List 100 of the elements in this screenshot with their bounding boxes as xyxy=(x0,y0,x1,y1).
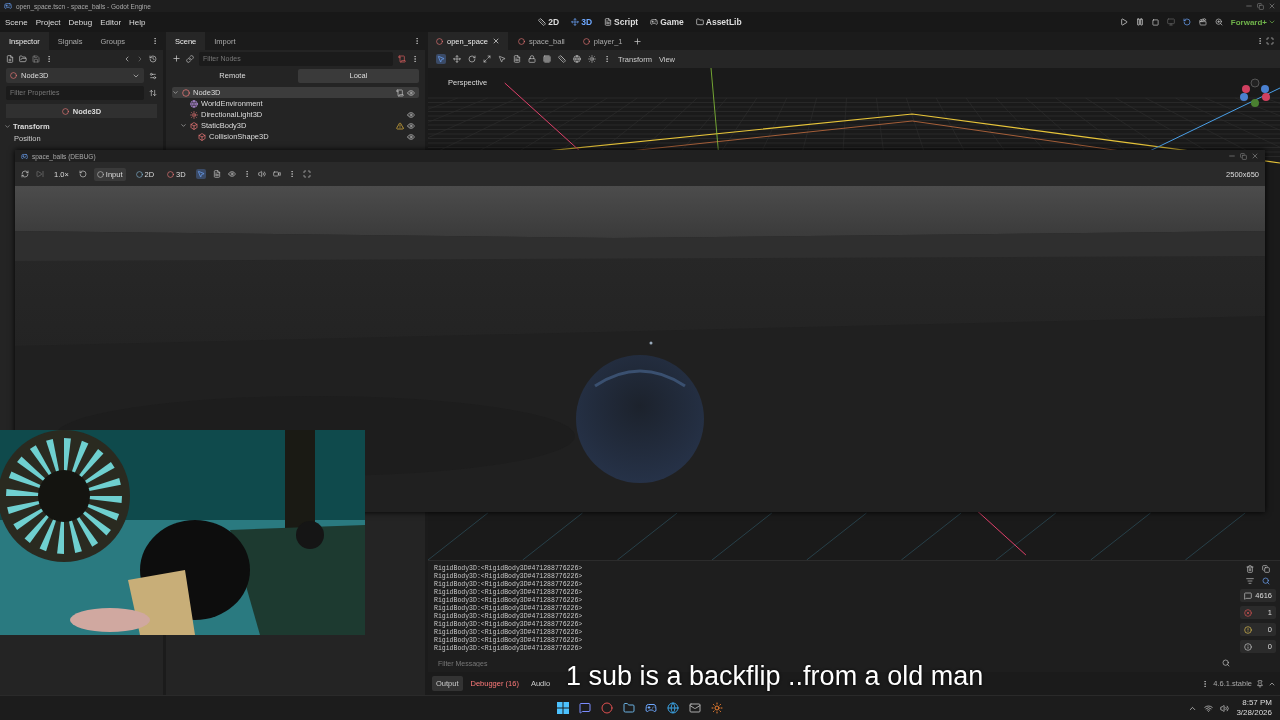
circle-icon xyxy=(96,170,104,178)
add-icon[interactable] xyxy=(172,54,181,63)
list-icon[interactable] xyxy=(212,170,221,178)
axis-gizmo-icon[interactable] xyxy=(1238,78,1272,108)
menu-item[interactable]: Scene xyxy=(4,17,29,27)
menu-item[interactable]: Debug xyxy=(67,17,94,27)
close-icon[interactable] xyxy=(1268,2,1276,10)
close-icon[interactable] xyxy=(491,37,500,45)
mail-icon[interactable] xyxy=(689,702,701,714)
eye-icon[interactable] xyxy=(227,170,236,178)
more-icon[interactable] xyxy=(411,54,419,63)
add-icon[interactable] xyxy=(632,36,642,46)
pause-icon[interactable] xyxy=(1135,18,1144,26)
move-icon xyxy=(571,18,580,26)
select-icon[interactable] xyxy=(437,55,445,63)
warning-icon xyxy=(1244,625,1252,634)
zoom-icon[interactable] xyxy=(1214,18,1223,26)
menu-item[interactable]: Editor xyxy=(99,17,123,27)
camera-icon[interactable] xyxy=(272,170,281,178)
volume-icon[interactable] xyxy=(1220,703,1230,713)
stop-icon[interactable] xyxy=(1151,18,1159,26)
folder-icon[interactable] xyxy=(623,702,635,714)
sun-icon xyxy=(190,110,198,119)
tool-icon[interactable] xyxy=(149,71,157,80)
pointer-icon[interactable] xyxy=(498,55,506,63)
more-icon[interactable] xyxy=(45,54,53,63)
main-screen-tab[interactable]: AssetLib xyxy=(692,17,745,27)
app-icon xyxy=(4,2,12,10)
save-icon[interactable] xyxy=(32,54,40,63)
folder-icon[interactable] xyxy=(19,54,27,63)
node-icon xyxy=(61,107,69,115)
cube-icon xyxy=(190,121,198,130)
script-icon[interactable] xyxy=(396,88,404,97)
visibility-icon[interactable] xyxy=(407,88,415,97)
more-icon[interactable] xyxy=(413,37,421,45)
main-screen-tab[interactable]: 2D xyxy=(535,17,563,27)
scale-icon[interactable] xyxy=(483,55,491,63)
restore-icon[interactable] xyxy=(1257,2,1264,10)
visibility-icon[interactable] xyxy=(407,121,415,130)
globe-icon[interactable] xyxy=(573,55,581,63)
menu-item[interactable]: Help xyxy=(128,17,147,27)
menu-item[interactable]: Project xyxy=(34,17,62,27)
clear-icon[interactable] xyxy=(1246,565,1254,573)
message-icon xyxy=(1244,591,1252,600)
node-icon xyxy=(10,72,17,79)
search-icon[interactable] xyxy=(1262,577,1270,585)
link-icon[interactable] xyxy=(186,54,194,63)
renderer-dropdown[interactable]: Forward+ xyxy=(1230,17,1276,27)
start-icon[interactable] xyxy=(557,702,569,714)
more-icon[interactable] xyxy=(603,55,611,63)
visibility-icon[interactable] xyxy=(407,110,415,119)
list-icon[interactable] xyxy=(513,55,521,63)
pin-icon[interactable] xyxy=(1256,679,1264,688)
globe-icon[interactable] xyxy=(667,702,679,714)
browser-icon[interactable] xyxy=(601,702,613,714)
ruler-icon[interactable] xyxy=(558,55,566,63)
expand-icon[interactable] xyxy=(172,89,179,96)
cube-icon xyxy=(198,132,206,141)
wifi-icon[interactable] xyxy=(1204,703,1214,713)
clapperboard-icon[interactable] xyxy=(1198,18,1207,26)
pointer-icon[interactable] xyxy=(196,170,205,178)
caret-icon xyxy=(1268,18,1276,26)
app-icon[interactable] xyxy=(711,702,723,714)
rotate-icon[interactable] xyxy=(468,55,476,63)
new-file-icon[interactable] xyxy=(6,54,14,63)
script-icon[interactable] xyxy=(398,54,406,63)
clock-time: 8:57 PM xyxy=(1242,698,1272,708)
fullscreen-icon[interactable] xyxy=(1266,37,1274,45)
back-icon[interactable] xyxy=(123,54,131,63)
copy-icon[interactable] xyxy=(1262,565,1270,573)
history-icon[interactable] xyxy=(149,54,157,63)
visibility-icon[interactable] xyxy=(407,132,415,141)
suspend-icon[interactable] xyxy=(21,170,29,178)
volume-icon[interactable] xyxy=(257,170,266,178)
restore-icon[interactable] xyxy=(1240,152,1247,160)
main-screen-tab[interactable]: Script xyxy=(601,17,642,27)
reload-icon[interactable] xyxy=(1182,18,1191,26)
more-icon[interactable] xyxy=(151,37,159,45)
move-icon[interactable] xyxy=(453,55,461,63)
chat-app-icon[interactable] xyxy=(579,702,591,714)
app-icon xyxy=(21,152,28,160)
caption: 1 sub is a backflip ..from a old man xyxy=(566,661,984,692)
warning-icon[interactable] xyxy=(396,121,404,130)
expand-icon[interactable] xyxy=(180,122,187,129)
clock-date: 3/28/2026 xyxy=(1236,708,1272,718)
caret-icon xyxy=(4,123,11,130)
search-icon[interactable] xyxy=(1222,659,1230,667)
more-icon[interactable] xyxy=(1256,37,1264,45)
lock-icon[interactable] xyxy=(528,55,536,63)
filter-icon[interactable] xyxy=(1246,577,1254,585)
fullscreen-icon[interactable] xyxy=(302,170,311,178)
error-icon xyxy=(1244,608,1252,617)
info-icon xyxy=(1244,642,1252,651)
reset-icon[interactable] xyxy=(78,170,87,178)
close-icon[interactable] xyxy=(1251,152,1259,160)
sort-icon[interactable] xyxy=(149,88,157,97)
play-icon[interactable] xyxy=(1119,18,1128,26)
main-screen-tab[interactable]: 3D xyxy=(568,17,596,27)
main-screen-tab[interactable]: Game xyxy=(647,17,687,27)
sun-icon[interactable] xyxy=(588,55,596,63)
